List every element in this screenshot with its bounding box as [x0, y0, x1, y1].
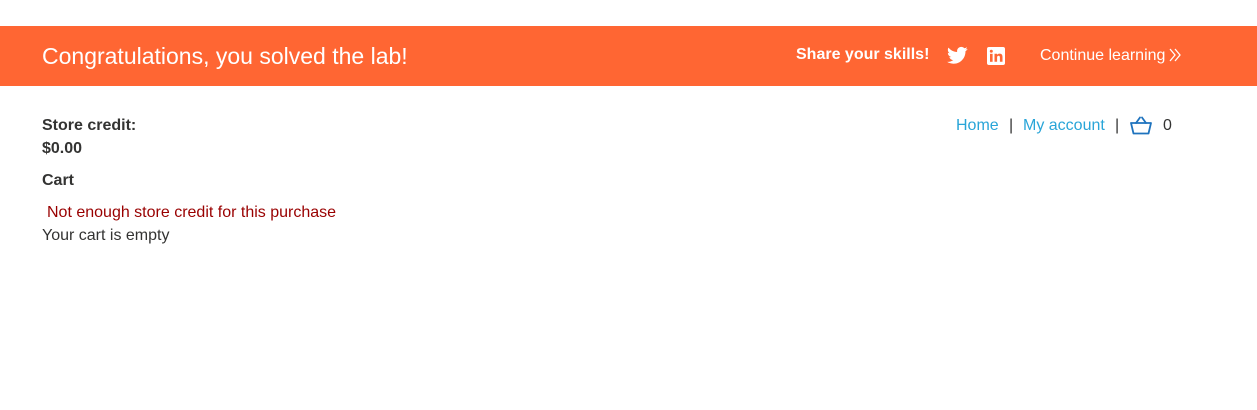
continue-learning-link[interactable]: Continue learning	[1040, 47, 1182, 65]
shopping-basket-icon	[1130, 116, 1152, 135]
cart-link[interactable]	[1130, 116, 1152, 135]
nav-separator: |	[1009, 117, 1014, 134]
nav-separator: |	[1115, 117, 1120, 134]
cart-empty-message: Your cart is empty	[42, 227, 170, 244]
lab-solved-banner: Congratulations, you solved the lab! Sha…	[0, 26, 1257, 86]
cart-item-count: 0	[1163, 117, 1172, 134]
nav-home-link[interactable]: Home	[956, 117, 999, 135]
nav-my-account-link[interactable]: My account	[1023, 117, 1105, 135]
linkedin-icon	[987, 47, 1005, 65]
continue-learning-label: Continue learning	[1040, 47, 1166, 64]
twitter-icon	[947, 46, 968, 64]
twitter-share-button[interactable]	[947, 46, 968, 65]
share-skills-label: Share your skills!	[796, 46, 930, 63]
cart-heading: Cart	[42, 172, 75, 189]
store-credit-value: $0.00	[42, 140, 83, 157]
store-credit-label: Store credit:	[42, 117, 137, 134]
banner-title: Congratulations, you solved the lab!	[42, 43, 408, 69]
double-chevron-right-icon	[1169, 48, 1182, 62]
linkedin-share-button[interactable]	[987, 47, 1005, 65]
insufficient-credit-error: Not enough store credit for this purchas…	[47, 204, 337, 221]
